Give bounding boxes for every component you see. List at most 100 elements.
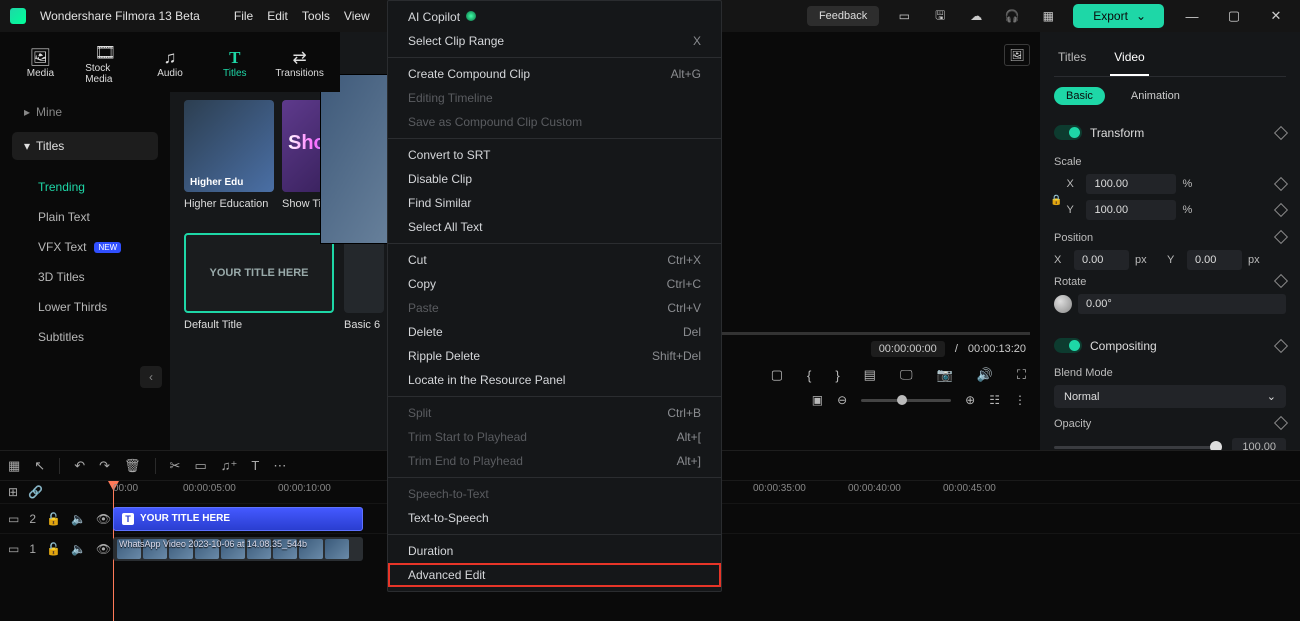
- ctx-item-duration[interactable]: Duration: [388, 539, 721, 563]
- crop-icon[interactable]: ▭: [194, 458, 206, 474]
- opacity-slider[interactable]: [1054, 446, 1222, 449]
- headset-icon[interactable]: 🎧: [1001, 5, 1023, 27]
- mute-icon[interactable]: 🔈: [71, 512, 86, 526]
- menu-tools[interactable]: Tools: [302, 9, 330, 23]
- ctx-item-select-all-text[interactable]: Select All Text: [388, 215, 721, 239]
- delete-icon[interactable]: 🗑: [124, 458, 141, 474]
- tab-stock-media[interactable]: 🎞Stock Media: [85, 43, 125, 85]
- keyframe-icon[interactable]: [1274, 203, 1288, 217]
- pointer-icon[interactable]: ↖: [34, 458, 45, 474]
- aspect-icon[interactable]: ▤: [864, 367, 876, 383]
- undo-icon[interactable]: ↶: [74, 458, 85, 474]
- menu-view[interactable]: View: [344, 9, 370, 23]
- lock-icon[interactable]: 🔓: [46, 512, 61, 526]
- zoom-in-icon[interactable]: ⊕: [965, 393, 975, 407]
- keyframe-icon[interactable]: [1274, 416, 1288, 430]
- add-track-icon[interactable]: ⊞: [8, 485, 18, 499]
- feedback-button[interactable]: Feedback: [807, 6, 879, 26]
- pill-basic[interactable]: Basic: [1054, 87, 1105, 105]
- tab-media[interactable]: 🖼Media: [20, 48, 60, 79]
- pos-x-input[interactable]: [1074, 250, 1129, 270]
- transform-toggle[interactable]: [1054, 125, 1082, 140]
- title-clip[interactable]: T YOUR TITLE HERE: [113, 507, 363, 531]
- rotate-dial-icon[interactable]: [1054, 295, 1072, 313]
- ctx-item-copy[interactable]: CopyCtrl+C: [388, 272, 721, 296]
- ctx-item-find-similar[interactable]: Find Similar: [388, 191, 721, 215]
- brace-right-icon[interactable]: }: [835, 368, 839, 383]
- apps-icon[interactable]: ▦: [1037, 5, 1059, 27]
- ctx-item-select-clip-range[interactable]: Select Clip RangeX: [388, 29, 721, 53]
- mute-icon[interactable]: 🔈: [71, 542, 86, 556]
- keyframe-icon[interactable]: [1274, 230, 1288, 244]
- sidebar-item-subtitles[interactable]: Subtitles: [28, 322, 158, 352]
- visibility-icon[interactable]: 👁: [96, 512, 111, 526]
- volume-icon[interactable]: 🔊: [977, 367, 993, 383]
- ctx-item-ai-copilot[interactable]: AI Copilot: [388, 5, 721, 29]
- thumb-default-title[interactable]: YOUR TITLE HERE Default Title: [184, 233, 334, 331]
- brace-left-icon[interactable]: {: [807, 368, 811, 383]
- ctx-item-cut[interactable]: CutCtrl+X: [388, 248, 721, 272]
- sidebar-item-lower-thirds[interactable]: Lower Thirds: [28, 292, 158, 322]
- lock-icon[interactable]: 🔒: [1050, 195, 1062, 206]
- sidebar-item-trending[interactable]: Trending: [28, 172, 158, 202]
- snapshot-icon[interactable]: 🖼: [1004, 44, 1030, 66]
- ctx-item-convert-to-srt[interactable]: Convert to SRT: [388, 143, 721, 167]
- more-icon[interactable]: ⋮: [1014, 393, 1026, 407]
- keyframe-icon[interactable]: [1274, 274, 1288, 288]
- link-icon[interactable]: 🔗: [28, 485, 43, 499]
- scale-y-input[interactable]: [1086, 200, 1176, 220]
- rotate-input[interactable]: [1078, 294, 1286, 314]
- keyframe-icon[interactable]: [1274, 177, 1288, 191]
- tab-titles[interactable]: TTitles: [215, 48, 255, 79]
- tab-titles-inspector[interactable]: Titles: [1054, 42, 1090, 76]
- ctx-item-advanced-edit[interactable]: Advanced Edit: [388, 563, 721, 587]
- window-minimize[interactable]: —: [1178, 9, 1206, 24]
- sidebar-item-3d-titles[interactable]: 3D Titles: [28, 262, 158, 292]
- sidebar-item-vfx-text[interactable]: VFX TextNEW: [28, 232, 158, 262]
- tab-transitions[interactable]: ⇄Transitions: [280, 48, 320, 79]
- ctx-item-disable-clip[interactable]: Disable Clip: [388, 167, 721, 191]
- keyframe-icon[interactable]: [1274, 125, 1288, 139]
- compositing-toggle[interactable]: [1054, 338, 1082, 353]
- list-view-icon[interactable]: ☷: [989, 393, 1000, 407]
- pill-animation[interactable]: Animation: [1119, 87, 1192, 105]
- text-tool-icon[interactable]: T: [251, 458, 259, 473]
- window-maximize[interactable]: ▢: [1220, 8, 1248, 24]
- cloud-icon[interactable]: ☁: [965, 5, 987, 27]
- video-clip[interactable]: WhatsApp Video 2023-10-06 at 14.08.35_54…: [113, 537, 363, 561]
- zoom-slider[interactable]: [861, 399, 951, 402]
- ctx-item-text-to-speech[interactable]: Text-to-Speech: [388, 506, 721, 530]
- sidebar-group-mine[interactable]: ▸Mine: [12, 98, 158, 126]
- ctx-item-ripple-delete[interactable]: Ripple DeleteShift+Del: [388, 344, 721, 368]
- stop-icon[interactable]: ▢: [771, 367, 783, 383]
- blend-mode-dropdown[interactable]: Normal⌄: [1054, 385, 1286, 408]
- fullscreen-icon[interactable]: ⛶: [1017, 367, 1026, 383]
- pos-y-input[interactable]: [1187, 250, 1242, 270]
- tab-audio[interactable]: ♫Audio: [150, 48, 190, 79]
- cut-icon[interactable]: ✂: [170, 458, 181, 474]
- music-icon[interactable]: ♫⁺: [221, 458, 238, 474]
- keyframe-icon[interactable]: [1274, 338, 1288, 352]
- thumb-higher-education[interactable]: Higher Edu Higher Education: [184, 100, 274, 210]
- export-button[interactable]: Export⌄: [1073, 4, 1164, 28]
- ctx-item-delete[interactable]: DeleteDel: [388, 320, 721, 344]
- zoom-out-icon[interactable]: ⊖: [837, 393, 847, 407]
- scale-x-input[interactable]: [1086, 174, 1176, 194]
- grid-icon[interactable]: ▦: [8, 458, 20, 474]
- save-icon[interactable]: 🖫: [929, 5, 951, 27]
- redo-icon[interactable]: ↷: [99, 458, 110, 474]
- ctx-item-create-compound-clip[interactable]: Create Compound ClipAlt+G: [388, 62, 721, 86]
- sidebar-item-plain-text[interactable]: Plain Text: [28, 202, 158, 232]
- visibility-icon[interactable]: 👁: [96, 542, 111, 556]
- lock-icon[interactable]: 🔓: [46, 542, 61, 556]
- layout-icon[interactable]: ▭: [893, 5, 915, 27]
- menu-file[interactable]: File: [234, 9, 253, 23]
- tab-video-inspector[interactable]: Video: [1110, 42, 1148, 76]
- window-close[interactable]: ✕: [1262, 8, 1290, 24]
- marker-icon[interactable]: ▣: [812, 393, 823, 407]
- ctx-item-locate-in-the-resource-panel[interactable]: Locate in the Resource Panel: [388, 368, 721, 392]
- camera-icon[interactable]: 📷: [937, 367, 953, 383]
- thumb-basic-6[interactable]: Basic 6: [344, 233, 384, 331]
- collapse-sidebar-button[interactable]: ‹: [140, 366, 162, 388]
- menu-edit[interactable]: Edit: [267, 9, 288, 23]
